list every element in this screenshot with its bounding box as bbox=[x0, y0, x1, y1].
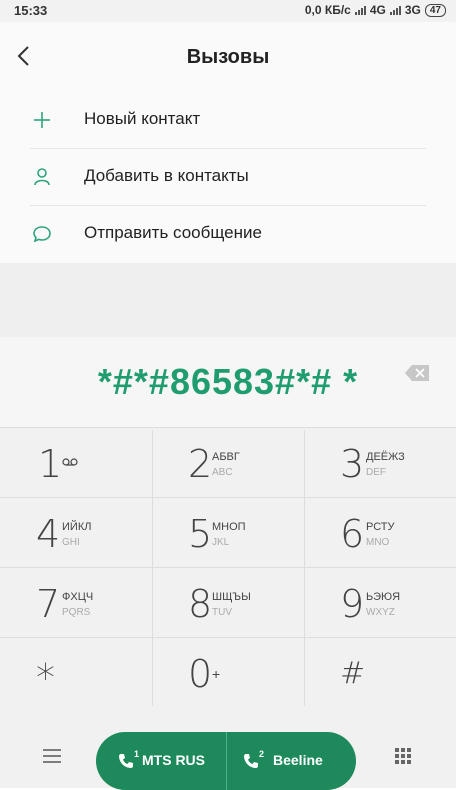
actions-menu: Новый контакт Добавить в контакты Отправ… bbox=[0, 92, 456, 263]
call-sim2-button[interactable]: 2 Beeline bbox=[227, 732, 356, 790]
header: Вызовы bbox=[0, 22, 456, 92]
call-sim1-button[interactable]: 1 MTS RUS bbox=[96, 732, 226, 790]
network-speed: 0,0 КБ/с bbox=[304, 3, 351, 17]
key-letters: МНОП bbox=[212, 521, 246, 533]
battery-icon: 47 bbox=[424, 3, 446, 17]
new-contact-label: Новый контакт bbox=[84, 109, 201, 128]
key-6[interactable]: 6 РСТУ MNO bbox=[304, 500, 456, 570]
key-latin: PQRS bbox=[62, 607, 91, 618]
key-star[interactable]: * bbox=[0, 640, 152, 710]
key-latin: MNO bbox=[366, 537, 390, 548]
key-digit: 2 bbox=[188, 442, 213, 486]
key-digit: 0 bbox=[188, 652, 213, 696]
divider bbox=[0, 427, 456, 428]
key-latin: DEF bbox=[366, 467, 386, 478]
key-letters: АБВГ bbox=[212, 451, 240, 463]
voicemail-icon bbox=[62, 458, 78, 466]
key-4[interactable]: 4 ИЙКЛ GHI bbox=[0, 500, 152, 570]
dial-display: *#*#86583#*# * bbox=[0, 337, 456, 427]
key-letters: ШЩЪЫ bbox=[212, 591, 251, 603]
dialed-number[interactable]: *#*#86583#*# * bbox=[0, 361, 456, 403]
key-digit: 7 bbox=[36, 582, 61, 626]
key-latin: GHI bbox=[62, 537, 80, 548]
backspace-icon[interactable] bbox=[404, 364, 430, 382]
person-icon bbox=[34, 168, 50, 186]
phone-icon bbox=[119, 754, 133, 768]
key-letters: ЬЭЮЯ bbox=[366, 591, 401, 603]
key-digit: 9 bbox=[340, 582, 365, 626]
send-message-item[interactable]: Отправить сообщение bbox=[0, 206, 456, 263]
phone-icon bbox=[244, 754, 258, 768]
key-latin: WXYZ bbox=[366, 607, 395, 618]
sim2-label: Beeline bbox=[273, 752, 323, 768]
key-digit: 1 bbox=[38, 442, 63, 486]
key-letters: РСТУ bbox=[366, 521, 395, 533]
key-digit: 6 bbox=[340, 512, 365, 556]
status-bar: 15:33 0,0 КБ/с 4G 3G 47 bbox=[0, 0, 456, 22]
key-digit: 5 bbox=[188, 512, 213, 556]
dialpad-toggle-icon[interactable] bbox=[394, 747, 412, 765]
key-digit: * bbox=[36, 656, 55, 700]
menu-icon[interactable] bbox=[42, 748, 62, 764]
sim-slot-2: 2 bbox=[259, 749, 265, 759]
key-1[interactable]: 1 bbox=[0, 430, 152, 500]
network-type-2: 3G bbox=[404, 3, 421, 17]
plus-icon bbox=[34, 112, 50, 128]
key-9[interactable]: 9 ЬЭЮЯ WXYZ bbox=[304, 570, 456, 640]
add-to-contacts-label: Добавить в контакты bbox=[84, 166, 249, 185]
key-digit: # bbox=[340, 656, 366, 691]
bottom-bar: 1 MTS RUS 2 Beeline bbox=[0, 707, 456, 790]
network-type-1: 4G bbox=[369, 3, 386, 17]
key-latin: TUV bbox=[212, 607, 232, 618]
status-time: 15:33 bbox=[14, 3, 48, 18]
key-digit: 8 bbox=[188, 582, 213, 626]
signal-icon bbox=[354, 5, 366, 15]
key-2[interactable]: 2 АБВГ ABC bbox=[152, 430, 304, 500]
key-7[interactable]: 7 ФХЦЧ PQRS bbox=[0, 570, 152, 640]
key-digit: 3 bbox=[340, 442, 365, 486]
key-plus: + bbox=[212, 666, 221, 682]
new-contact-item[interactable]: Новый контакт bbox=[0, 92, 456, 149]
key-letters: ДЕЁЖЗ bbox=[366, 451, 405, 463]
key-digit: 4 bbox=[36, 512, 61, 556]
key-latin: JKL bbox=[212, 537, 230, 548]
page-title: Вызовы bbox=[186, 46, 270, 68]
key-latin: ABC bbox=[212, 467, 233, 478]
key-letters: ФХЦЧ bbox=[62, 591, 94, 603]
key-5[interactable]: 5 МНОП JKL bbox=[152, 500, 304, 570]
sim-slot-1: 1 bbox=[134, 749, 140, 759]
signal-icon bbox=[389, 5, 401, 15]
key-0[interactable]: 0 + bbox=[152, 640, 304, 710]
sim1-label: MTS RUS bbox=[142, 752, 205, 768]
add-to-contacts-item[interactable]: Добавить в контакты bbox=[0, 149, 456, 206]
spacer bbox=[0, 263, 456, 337]
send-message-label: Отправить сообщение bbox=[84, 223, 262, 242]
call-buttons: 1 MTS RUS 2 Beeline bbox=[96, 732, 356, 790]
status-indicators: 0,0 КБ/с 4G 3G 47 bbox=[305, 3, 446, 17]
key-letters: ИЙКЛ bbox=[62, 521, 92, 533]
key-8[interactable]: 8 ШЩЪЫ TUV bbox=[152, 570, 304, 640]
key-hash[interactable]: # bbox=[304, 640, 456, 710]
key-3[interactable]: 3 ДЕЁЖЗ DEF bbox=[304, 430, 456, 500]
message-icon bbox=[33, 226, 51, 243]
